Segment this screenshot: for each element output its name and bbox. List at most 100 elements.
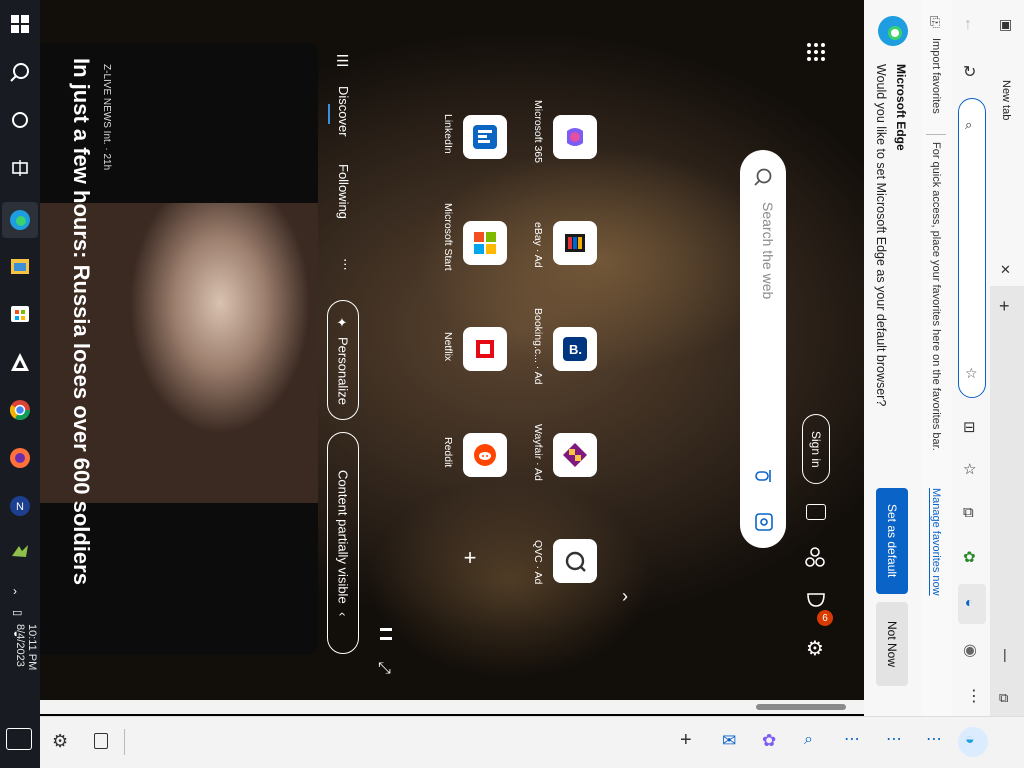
tile-qvc[interactable] [553, 539, 597, 583]
notification-center-icon[interactable] [6, 728, 32, 750]
app-launcher-icon[interactable] [806, 42, 826, 67]
sidebar-search-icon[interactable]: ⌕ [804, 731, 813, 749]
split-screen-icon[interactable]: ⊟ [963, 418, 976, 436]
refresh-icon[interactable]: ↻ [963, 62, 976, 82]
network-icon[interactable]: ▭ [12, 606, 22, 619]
sidebar-settings-icon[interactable]: ⚙ [52, 731, 68, 752]
profile-avatar-icon[interactable]: ◉ [963, 640, 977, 660]
visual-search-icon[interactable] [754, 512, 774, 537]
add-tile-icon[interactable]: + [460, 547, 480, 569]
prompt-app-name: Microsoft Edge [894, 64, 908, 151]
app-n-icon[interactable]: N [6, 492, 34, 520]
sidebar-app-1-icon[interactable]: ⋯ [844, 729, 860, 749]
tile-label: Microsoft Start [442, 203, 454, 271]
content-visibility-button[interactable]: Content partially visible ‹ [327, 432, 359, 654]
expand-icon[interactable]: ⤡ [378, 660, 391, 678]
tab-following[interactable]: Following [336, 164, 351, 234]
settings-gear-icon[interactable]: ⚙ [806, 636, 824, 661]
office-icon[interactable]: ✿ [762, 731, 776, 751]
search-icon[interactable] [6, 58, 34, 86]
pause-icon[interactable] [380, 628, 392, 640]
prompt-question: Would you like to set Microsoft Edge as … [874, 64, 888, 407]
tab-discover-indicator [328, 104, 330, 124]
chevron-up-icon[interactable]: › [13, 584, 17, 598]
extensions-icon[interactable]: ✿ [963, 548, 976, 566]
favorites-bar: ⎘ Import favorites For quick access, pla… [922, 0, 952, 716]
edge-taskbar-icon[interactable] [2, 202, 38, 238]
tile-ebay[interactable] [553, 221, 597, 265]
app-a-icon[interactable] [6, 348, 34, 376]
close-tab-icon[interactable]: ✕ [1000, 262, 1011, 278]
more-options-icon[interactable]: ⋯ [338, 258, 353, 271]
chevron-icon: ‹ [335, 611, 351, 617]
tile-wayfair[interactable] [553, 433, 597, 477]
favorite-star-icon[interactable]: ☆ [965, 365, 978, 382]
minimize-icon[interactable]: | [1003, 646, 1007, 662]
search-input[interactable]: Search the web [748, 202, 776, 332]
microphone-icon[interactable] [754, 466, 774, 491]
microsoft-store-icon[interactable] [6, 300, 34, 328]
tile-reddit[interactable] [463, 433, 507, 477]
tile-linkedin[interactable] [463, 115, 507, 159]
tab-actions-icon[interactable]: ▣ [999, 16, 1012, 33]
back-icon[interactable]: ↑ [964, 16, 972, 34]
address-bar[interactable]: ⌕ ☆ [958, 98, 986, 398]
tile-netflix[interactable] [463, 327, 507, 371]
tile-label: LinkedIn [442, 114, 454, 154]
browser-essentials-icon[interactable]: ◐ [958, 584, 986, 624]
news-headline[interactable]: In just a few hours: Russia loses over 6… [54, 58, 94, 618]
windows-taskbar: N › ▭ ◖ 10:11 PM 8/4/2023 [0, 0, 40, 768]
more-menu-icon[interactable]: ⋮ [966, 686, 982, 706]
collections-icon[interactable]: ⧉ [963, 504, 974, 521]
ebay-icon [565, 234, 585, 252]
file-explorer-icon[interactable] [6, 252, 34, 280]
personalize-button[interactable]: ✦ Personalize [327, 300, 359, 420]
hide-sidebar-icon[interactable] [94, 733, 108, 749]
edge-toolbar: ↑ ↻ ⌕ ☆ ⊟ ☆ ⧉ ✿ ◐ ◉ ⋮ [952, 0, 990, 716]
add-sidebar-app-icon[interactable]: + [680, 729, 692, 752]
sign-in-button[interactable]: Sign in [802, 414, 830, 484]
tab-new-tab[interactable]: ▣ New tab ✕ [990, 0, 1024, 286]
chrome-icon[interactable] [6, 396, 34, 424]
taskbar-clock[interactable]: 10:11 PM 8/4/2023 [2, 624, 38, 724]
windows-start-icon[interactable] [6, 10, 34, 38]
favorites-icon[interactable]: ☆ [963, 460, 976, 478]
task-view-icon[interactable] [6, 154, 34, 182]
hamburger-icon[interactable]: ☰ [336, 52, 349, 70]
tile-label: Booking.c... · Ad [532, 308, 544, 385]
new-tab-plus-icon[interactable]: + [999, 296, 1010, 317]
content-visibility-label: Content partially visible [335, 469, 351, 604]
svg-text:B.: B. [569, 342, 582, 357]
app-green-icon[interactable] [6, 538, 34, 566]
import-favorites-icon: ⎘ [930, 14, 941, 29]
tab-discover[interactable]: Discover [336, 86, 351, 146]
manage-favorites-link[interactable]: Manage favorites now [930, 488, 942, 618]
firefox-icon[interactable] [6, 444, 34, 472]
favorites-divider [926, 134, 946, 135]
scrollbar-thumb[interactable] [756, 704, 846, 710]
tile-microsoft-start[interactable] [463, 221, 507, 265]
tile-label: Netflix [442, 332, 454, 362]
import-favorites-link[interactable]: Import favorites [930, 38, 942, 128]
qvc-icon [565, 551, 586, 572]
tile-label: Microsoft 365 [532, 100, 544, 164]
copilot-icon[interactable]: ◒ [958, 727, 988, 757]
notification-badge: 6 [817, 610, 833, 626]
cortana-icon[interactable] [6, 106, 34, 134]
rewards-icon[interactable] [804, 546, 826, 573]
tab-title: New tab [1000, 80, 1012, 121]
tile-label: Wayfair · Ad [532, 424, 544, 481]
sidebar-app-2-icon[interactable]: ⋯ [886, 729, 902, 749]
tile-booking[interactable]: B. [553, 327, 597, 371]
layout-toggle-icon[interactable] [806, 504, 826, 520]
outlook-icon[interactable]: ✉ [722, 731, 736, 751]
svg-text:N: N [16, 501, 24, 513]
restore-icon[interactable]: ⧉ [999, 690, 1008, 706]
sidebar-app-3-icon[interactable]: ⋯ [926, 729, 942, 749]
tile-microsoft-365[interactable] [553, 115, 597, 159]
next-page-icon[interactable]: › [622, 586, 628, 607]
not-now-button[interactable]: Not Now [876, 602, 908, 686]
horizontal-scrollbar[interactable] [40, 700, 864, 714]
netflix-icon [476, 340, 494, 358]
set-as-default-button[interactable]: Set as default [876, 488, 908, 594]
